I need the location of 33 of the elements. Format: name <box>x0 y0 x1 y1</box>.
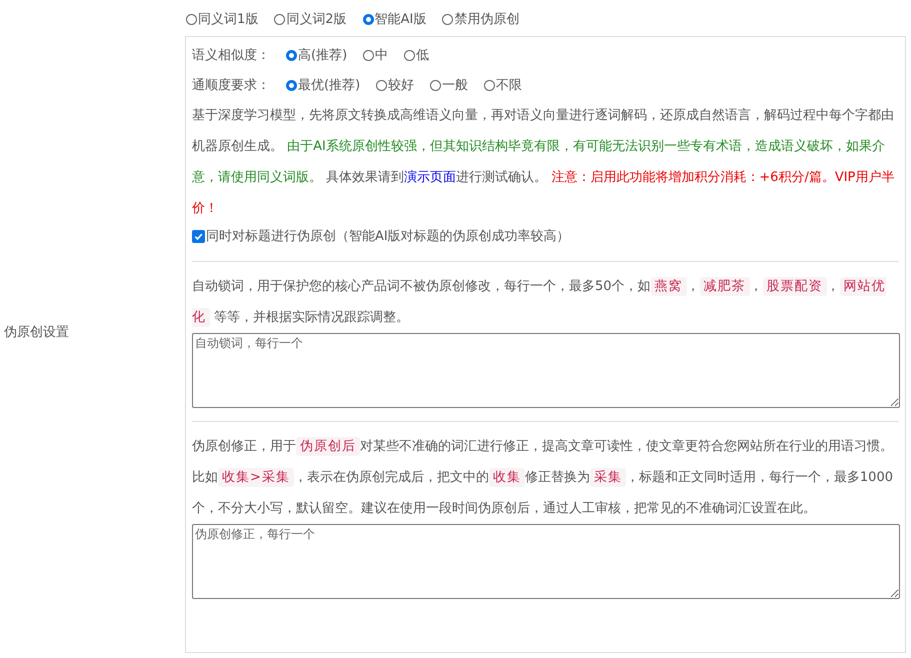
radio-option[interactable]: 同义词2版 <box>274 10 347 28</box>
radio-icon[interactable] <box>404 50 416 60</box>
option-label: 语义相似度： <box>192 47 270 64</box>
option-label: 通顺度要求： <box>192 77 270 94</box>
section-label: 伪原创设置 <box>4 324 69 341</box>
title-checkbox[interactable]: 同时对标题进行伪原创（智能AI版对标题的伪原创成功率较高） <box>192 224 570 248</box>
radio-icon[interactable] <box>442 14 454 24</box>
radio-icon[interactable] <box>286 50 297 60</box>
radio-option[interactable]: 最优(推荐) <box>286 76 360 94</box>
radio-option[interactable]: 中 <box>363 46 388 64</box>
radio-icon[interactable] <box>274 14 286 24</box>
radio-option[interactable]: 不限 <box>484 76 522 94</box>
radio-option[interactable]: 同义词1版 <box>186 10 258 28</box>
radio-option[interactable]: 智能AI版 <box>362 10 426 28</box>
radio-option[interactable]: 较好 <box>376 76 414 94</box>
radio-option[interactable]: 高(推荐) <box>286 46 348 64</box>
corrections-description: 伪原创修正，用于 伪原创后 对某些不准确的词汇进行修正，提高文章可读性，使文章更符合您网站所在行业的用语习惯。比如 收集>采集 ，表示在伪原创完成后，把文中的 收集 修正替换为 采集 ，标题和正文同时适用，每行一个，最多1000个，不分大小写，默认留空。建议在使用一段时间伪原创后，通过人工审核，把常见的不准确词汇设置在此。 <box>192 436 894 518</box>
radio-icon[interactable] <box>363 50 374 60</box>
radio-icon[interactable] <box>286 80 297 90</box>
lock-words-description: 自动锁词，用于保护您的核心产品词不被伪原创修改，每行一个，最多50个，如 燕窝 ， 减肥茶 ， 股票配资 ， 网站优化 等等，并根据实际情况跟踪调整。 <box>192 276 887 329</box>
radio-icon[interactable] <box>484 80 496 90</box>
radio-option[interactable]: 禁用伪原创 <box>442 10 520 28</box>
radio-icon[interactable] <box>430 80 442 90</box>
radio-icon[interactable] <box>362 14 374 24</box>
corrections-field[interactable]: 伪原创修正，每行一个 <box>192 524 900 599</box>
radio-icon[interactable] <box>186 14 197 24</box>
description-text: 基于深度学习模型，先将原文转换成高维语义向量，再对语义向量进行逐词解码，还原成自然语言，解码过程中每个字都由机器原创生成。 由于AI系统原创性较强，但其知识结构毕竟有限，有可能无法识别一些专有术语，造成语义破坏，如果介意，请使用同义词版。 具体效果请到演示页面进行测试确认。 注意：启用此功能将增加积分消耗：+6积分/篇。VIP用户半价！ <box>192 107 896 218</box>
radio-option[interactable]: 低 <box>404 46 430 64</box>
demo-link[interactable]: 演示页面 <box>404 170 456 185</box>
lock-words-field[interactable]: 自动锁词，每行一个 <box>192 333 900 408</box>
radio-option[interactable]: 一般 <box>430 76 468 94</box>
checkbox-icon[interactable] <box>192 230 205 242</box>
radio-icon[interactable] <box>376 80 388 90</box>
